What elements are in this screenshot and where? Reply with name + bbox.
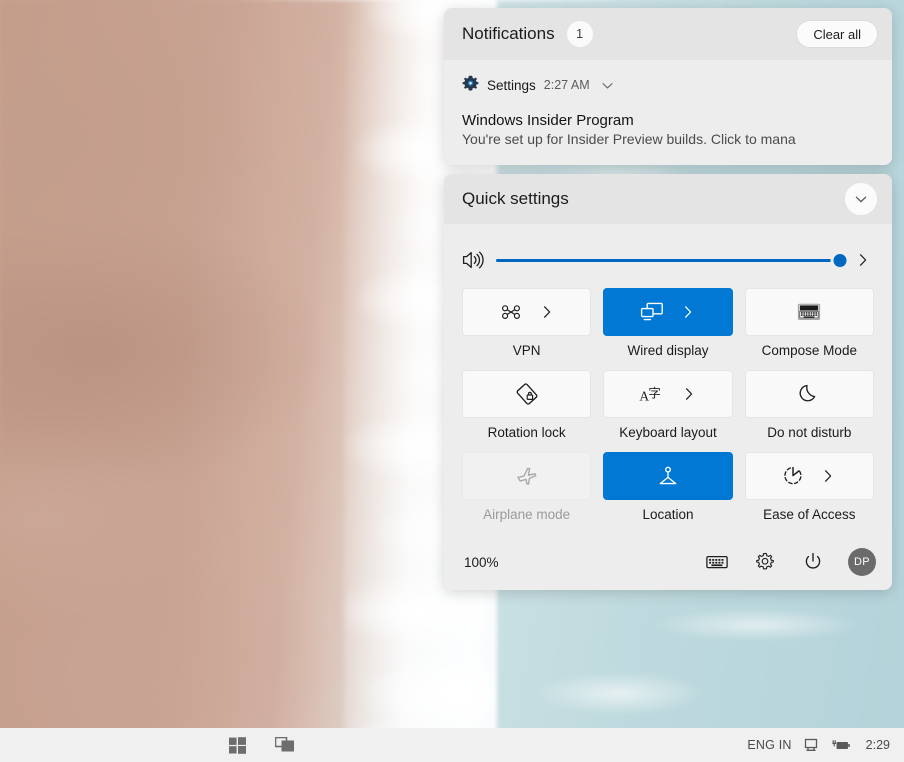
chevron-right-icon[interactable] [680,304,696,320]
start-button[interactable] [226,734,248,756]
battery-percentage: 100% [464,555,499,570]
rotation-lock-icon [515,382,539,406]
location-icon [657,465,679,487]
ease-of-access-icon [782,465,804,487]
quick-setting-tile-ease-of-access[interactable] [745,452,874,500]
svg-text:字: 字 [648,386,661,401]
chevron-down-icon[interactable] [844,182,878,216]
quick-setting-label: Airplane mode [483,507,570,522]
task-view-button[interactable] [274,734,296,756]
quick-setting-label: Location [642,507,693,522]
quick-setting-tile-rotation-lock[interactable] [462,370,591,418]
chevron-right-icon[interactable] [820,468,836,484]
power-icon[interactable] [800,549,826,575]
notification-list: Settings 2:27 AM Windows Insider Program… [444,60,892,165]
quick-setting-tile-location[interactable] [603,452,732,500]
chevron-right-icon[interactable] [681,386,697,402]
quick-setting-tile-airplane-mode [462,452,591,500]
network-icon[interactable] [800,734,822,756]
footer-icon-group: DP [704,548,876,576]
quick-settings-panel: Quick settings [444,174,892,590]
battery-charging-icon[interactable] [830,734,852,756]
notifications-panel: Notifications 1 Clear all Settings 2:27 … [444,8,892,165]
quick-setting-tile-wired-display[interactable] [603,288,732,336]
quick-setting-cell: Ease of Access [745,452,874,522]
quick-setting-label: Do not disturb [767,425,851,440]
notifications-header: Notifications 1 Clear all [444,8,892,60]
taskbar-system-tray: ENG IN 2:29 [747,734,904,756]
taskbar-left-group [226,734,296,756]
quick-setting-cell: Compose Mode [745,288,874,358]
quick-settings-body: VPN Wired display Compose Mode Rotation loc… [444,224,892,534]
vpn-icon [499,303,523,321]
quick-setting-cell: Airplane mode [462,452,591,522]
notification-heading: Windows Insider Program [444,98,892,129]
taskbar-clock[interactable]: 2:29 [866,738,890,752]
quick-setting-cell: Location [603,452,732,522]
quick-setting-cell: Rotation lock [462,370,591,440]
volume-slider-fill [496,259,840,262]
language-indicator[interactable]: ENG IN [747,738,791,752]
quick-settings-grid: VPN Wired display Compose Mode Rotation loc… [462,282,874,534]
chevron-right-icon[interactable] [852,252,874,268]
volume-icon[interactable] [462,250,484,270]
quick-settings-footer: 100% [444,534,892,590]
quick-settings-header: Quick settings [444,174,892,224]
user-avatar[interactable]: DP [848,548,876,576]
quick-setting-cell: A字 Keyboard layout [603,370,732,440]
on-screen-keyboard-icon[interactable] [704,549,730,575]
quick-setting-tile-do-not-disturb[interactable] [745,370,874,418]
airplane-icon [515,465,539,487]
wired-display-icon [640,302,664,322]
chevron-down-icon[interactable] [600,78,615,93]
volume-slider-thumb[interactable] [831,251,850,270]
quick-setting-tile-keyboard-layout[interactable]: A字 [603,370,732,418]
notification-app-name: Settings [487,78,536,93]
quick-setting-label: Rotation lock [488,425,566,440]
notification-time: 2:27 AM [544,78,590,92]
quick-setting-tile-vpn[interactable] [462,288,591,336]
notification-center-flyout: Notifications 1 Clear all Settings 2:27 … [444,8,892,590]
quick-setting-cell: VPN [462,288,591,358]
moon-icon [798,383,820,405]
taskbar: ENG IN 2:29 [0,728,904,762]
quick-setting-cell: Do not disturb [745,370,874,440]
chevron-right-icon[interactable] [539,304,555,320]
notifications-count-badge: 1 [567,21,593,47]
quick-setting-cell: Wired display [603,288,732,358]
quick-setting-label: Ease of Access [763,507,855,522]
notification-meta: Settings 2:27 AM [444,72,892,98]
volume-slider[interactable] [496,251,840,269]
quick-settings-title: Quick settings [462,189,569,209]
quick-setting-label: VPN [513,343,541,358]
clear-all-button[interactable]: Clear all [796,20,878,48]
notification-item[interactable]: Settings 2:27 AM Windows Insider Program… [444,72,892,147]
notifications-title: Notifications [462,24,555,44]
volume-row [462,238,874,282]
gear-icon[interactable] [752,549,778,575]
quick-setting-label: Wired display [627,343,708,358]
quick-setting-tile-compose-mode[interactable] [745,288,874,336]
quick-setting-label: Keyboard layout [619,425,717,440]
notification-body-text: You're set up for Insider Preview builds… [444,129,892,147]
settings-gear-icon [462,75,479,95]
quick-setting-label: Compose Mode [762,343,857,358]
compose-mode-icon [797,302,821,322]
keyboard-layout-icon: A字 [639,384,665,404]
